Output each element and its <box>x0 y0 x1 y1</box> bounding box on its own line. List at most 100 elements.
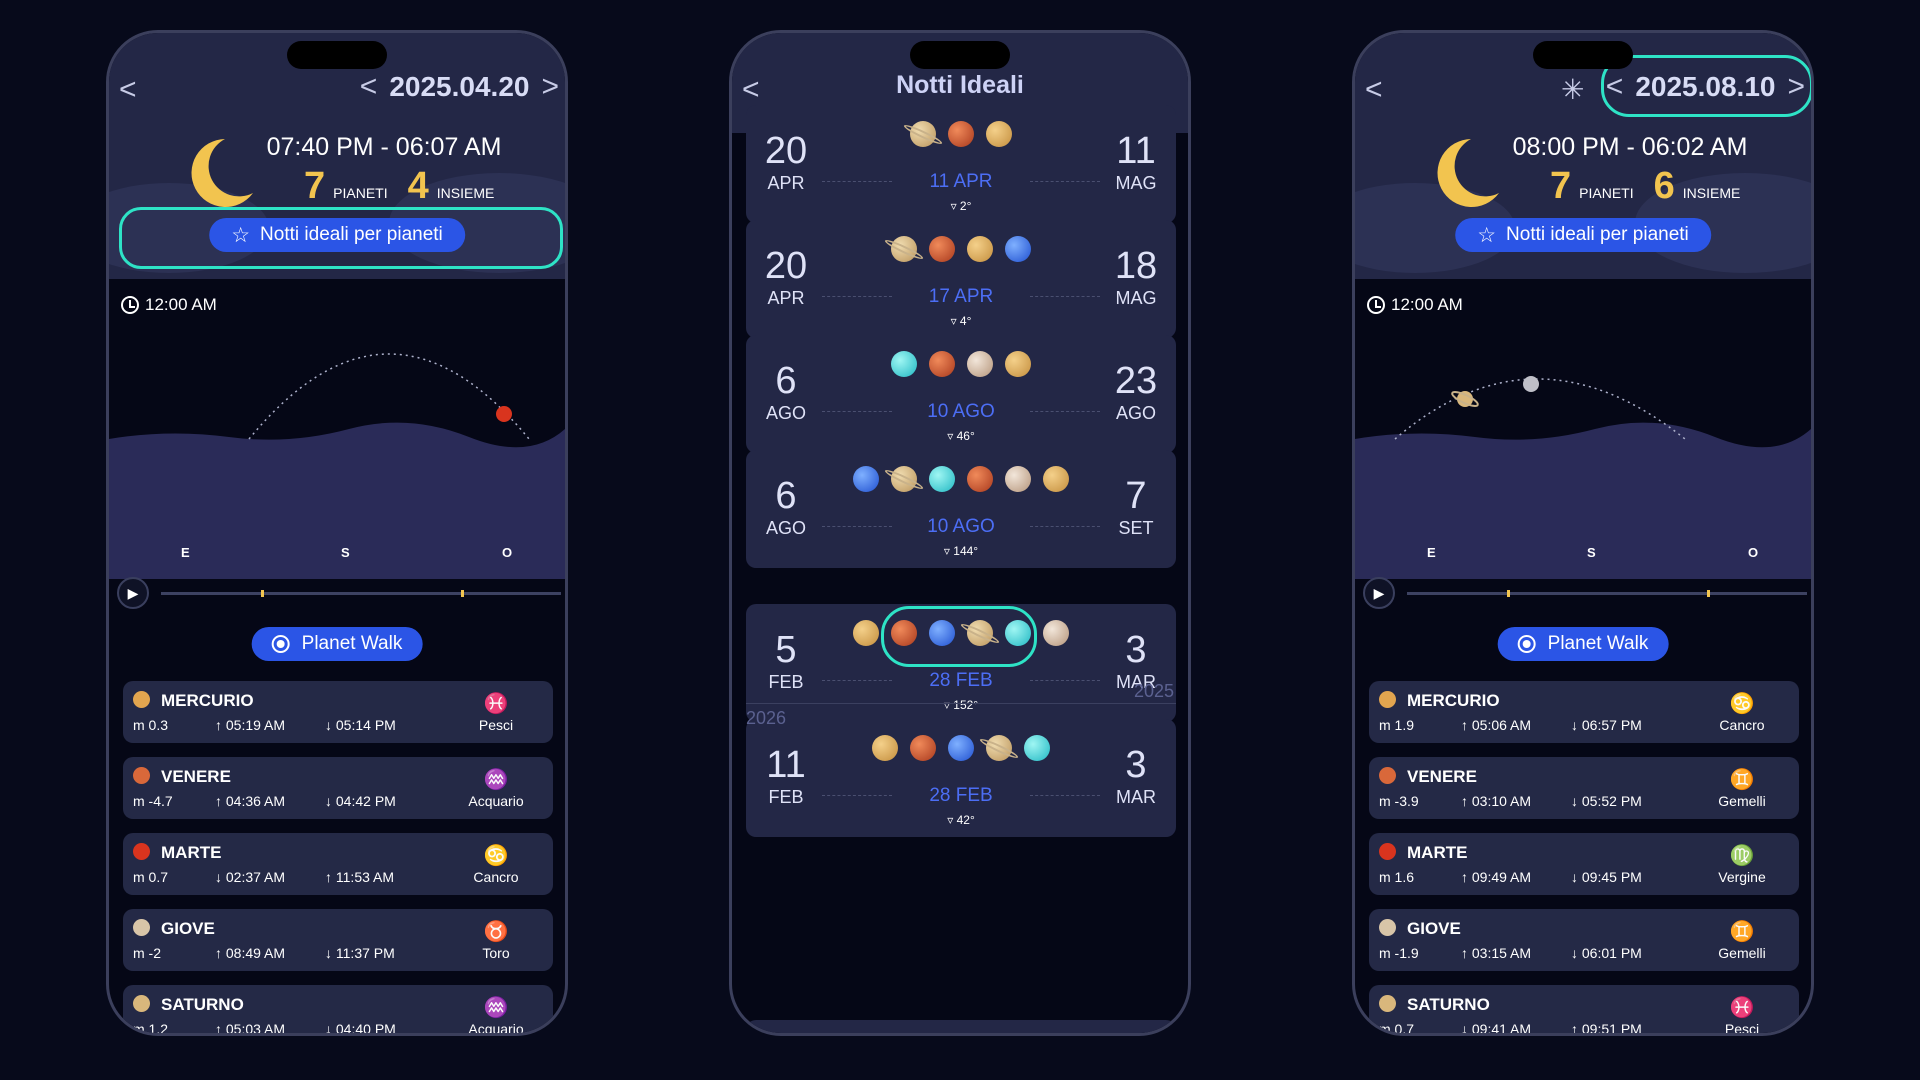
constellation-icon: ♋ <box>1729 693 1755 715</box>
saturn-icon <box>891 466 917 492</box>
target-icon <box>1517 635 1536 653</box>
planets-label: PIANETI <box>1579 185 1634 201</box>
planet-row[interactable]: GIOVE m -1.9 ↑ 03:15 AM ↓ 06:01 PM ♊ Gemelli <box>1369 909 1799 971</box>
venus-icon <box>1005 466 1031 492</box>
planet-icon <box>1379 843 1396 860</box>
ideal-night-card[interactable]: 20 APR 18 MAG 17 APR ▿ 4° <box>746 220 1176 338</box>
constellation-icon: ♒ <box>483 997 509 1019</box>
planet-name: SATURNO <box>161 995 244 1014</box>
planet-walk-label: Planet Walk <box>1547 633 1649 654</box>
planet-set-time: ↓ 06:57 PM <box>1571 717 1642 733</box>
venus-icon <box>1043 620 1069 646</box>
uranus-icon <box>891 351 917 377</box>
start-day: 20 <box>764 130 808 172</box>
clock-icon <box>121 296 139 314</box>
direction-west: O <box>502 545 513 560</box>
play-button[interactable]: ▶ <box>1363 577 1395 609</box>
back-button[interactable]: < <box>1365 75 1383 105</box>
direction-south: S <box>341 545 350 560</box>
constellation-icon: ♓ <box>483 693 509 715</box>
planet-set-time: ↓ 05:52 PM <box>1571 793 1642 809</box>
sparkle-icon[interactable]: ✳ <box>1561 73 1584 106</box>
play-button[interactable]: ▶ <box>117 577 149 609</box>
planet-rise-time: ↑ 05:06 AM <box>1461 717 1532 733</box>
mars-icon <box>948 121 974 147</box>
mars-icon <box>929 351 955 377</box>
highlight-ring <box>1601 55 1811 117</box>
planet-magnitude: m 1.6 <box>1379 869 1415 885</box>
start-day: 5 <box>775 629 797 671</box>
target-icon <box>271 635 290 653</box>
planet-row[interactable]: MARTE m 0.7 ↓ 02:37 AM ↑ 11:53 AM ♋ Cancro <box>123 833 553 895</box>
venus-icon <box>967 351 993 377</box>
end-day: 3 <box>1125 629 1147 671</box>
constellation-icon: ♋ <box>483 845 509 867</box>
planet-set-time: ↑ 11:53 AM <box>325 869 395 885</box>
saturn-icon <box>986 735 1012 761</box>
planet-icon <box>133 691 150 708</box>
timeline-marker <box>261 590 264 597</box>
night-hours: 07:40 PM - 06:07 AM <box>266 133 502 161</box>
ideal-night-card[interactable]: 11 FEB 3 MAR 28 FEB ▿ 42° <box>746 719 1176 837</box>
planet-row[interactable]: SATURNO m 1.2 ↑ 05:03 AM ↓ 04:40 PM ♒ Acquari… <box>123 985 553 1033</box>
planet-row[interactable]: SATURNO m 0.7 ↓ 09:41 AM ↑ 09:51 PM ♓ Pesci <box>1369 985 1799 1036</box>
planet-magnitude: m -2 <box>133 945 161 961</box>
direction-west: O <box>1748 545 1759 560</box>
moon-icon <box>191 139 253 207</box>
ideal-nights-label: Notti ideali per pianeti <box>1506 224 1689 245</box>
planet-magnitude: m -4.7 <box>133 793 173 809</box>
current-date[interactable]: 2025.04.20 <box>389 71 529 103</box>
planet-rise-time: ↑ 03:10 AM <box>1461 793 1532 809</box>
ideal-nights-button[interactable]: ☆ Notti ideali per pianeti <box>1455 218 1711 252</box>
ideal-night-card[interactable]: 6 AGO 23 AGO 10 AGO ▿ 46° <box>746 335 1176 453</box>
time-readout: 12:00 AM <box>121 295 217 315</box>
back-button[interactable]: < <box>119 75 137 105</box>
planet-name: VENERE <box>1407 767 1477 786</box>
planet-row[interactable]: MERCURIO m 1.9 ↑ 05:06 AM ↓ 06:57 PM ♋ Cancro <box>1369 681 1799 743</box>
planet-row[interactable]: MARTE m 1.6 ↑ 09:49 AM ↓ 09:45 PM ♍ Vergine <box>1369 833 1799 895</box>
time-label: 12:00 AM <box>145 295 217 314</box>
planet-icon <box>1379 995 1396 1012</box>
planet-rise-time: ↓ 02:37 AM <box>215 869 286 885</box>
phone-date-view-april: < < 2025.04.20 > 07:40 PM - 06:07 AM 7 P… <box>106 30 568 1036</box>
prev-date-button[interactable]: < <box>360 72 378 102</box>
timeline-slider[interactable] <box>1407 590 1807 597</box>
planet-name: GIOVE <box>161 919 215 938</box>
planet-walk-button[interactable]: Planet Walk <box>1497 627 1669 661</box>
jupiter-marker <box>1523 376 1539 392</box>
planet-rise-time: ↑ 09:49 AM <box>1461 869 1532 885</box>
night-hours: 08:00 PM - 06:02 AM <box>1512 133 1748 161</box>
planet-icon <box>1379 767 1396 784</box>
peak-angle: ▿ 144° <box>943 544 979 558</box>
constellation-name: Toro <box>482 945 510 961</box>
planet-row[interactable]: VENERE m -3.9 ↑ 03:10 AM ↓ 05:52 PM ♊ Gemelli <box>1369 757 1799 819</box>
ideal-night-card[interactable]: 6 AGO 7 SET 10 AGO ▿ 144° <box>746 450 1176 568</box>
uranus-icon <box>1024 735 1050 761</box>
constellation-icon: ♉ <box>483 921 509 943</box>
direction-south: S <box>1587 545 1596 560</box>
ideal-nights-label: Notti ideali per pianeti <box>260 224 443 245</box>
planet-name: MERCURIO <box>161 691 254 710</box>
planet-row[interactable]: VENERE m -4.7 ↑ 04:36 AM ↓ 04:42 PM ♒ Acquari… <box>123 757 553 819</box>
planet-rise-time: ↑ 04:36 AM <box>215 793 286 809</box>
next-date-button[interactable]: > <box>541 72 559 102</box>
planet-row[interactable]: MERCURIO m 0.3 ↑ 05:19 AM ↓ 05:14 PM ♓ Pesci <box>123 681 553 743</box>
planet-magnitude: m 1.9 <box>1379 717 1415 733</box>
ideal-nights-button[interactable]: ☆ Notti ideali per pianeti <box>209 218 465 252</box>
timeline-slider[interactable] <box>161 590 561 597</box>
planet-name: VENERE <box>161 767 231 786</box>
together-count: 4 <box>407 165 429 207</box>
time-readout: 12:00 AM <box>1367 295 1463 315</box>
planet-set-time: ↑ 09:51 PM <box>1571 1021 1642 1036</box>
end-day: 23 <box>1114 360 1158 402</box>
sky-chart <box>109 353 565 579</box>
ideal-night-card[interactable]: 20 APR 11 MAG 11 APR ▿ 2° <box>746 105 1176 223</box>
planet-icon <box>133 919 150 936</box>
planet-icon <box>1379 691 1396 708</box>
mars-marker <box>496 406 512 422</box>
planet-row[interactable]: GIOVE m -2 ↑ 08:49 AM ↓ 11:37 PM ♉ Toro <box>123 909 553 971</box>
jupiter-icon <box>853 620 879 646</box>
planet-icon <box>133 843 150 860</box>
planet-walk-button[interactable]: Planet Walk <box>251 627 423 661</box>
direction-east: E <box>181 545 190 560</box>
